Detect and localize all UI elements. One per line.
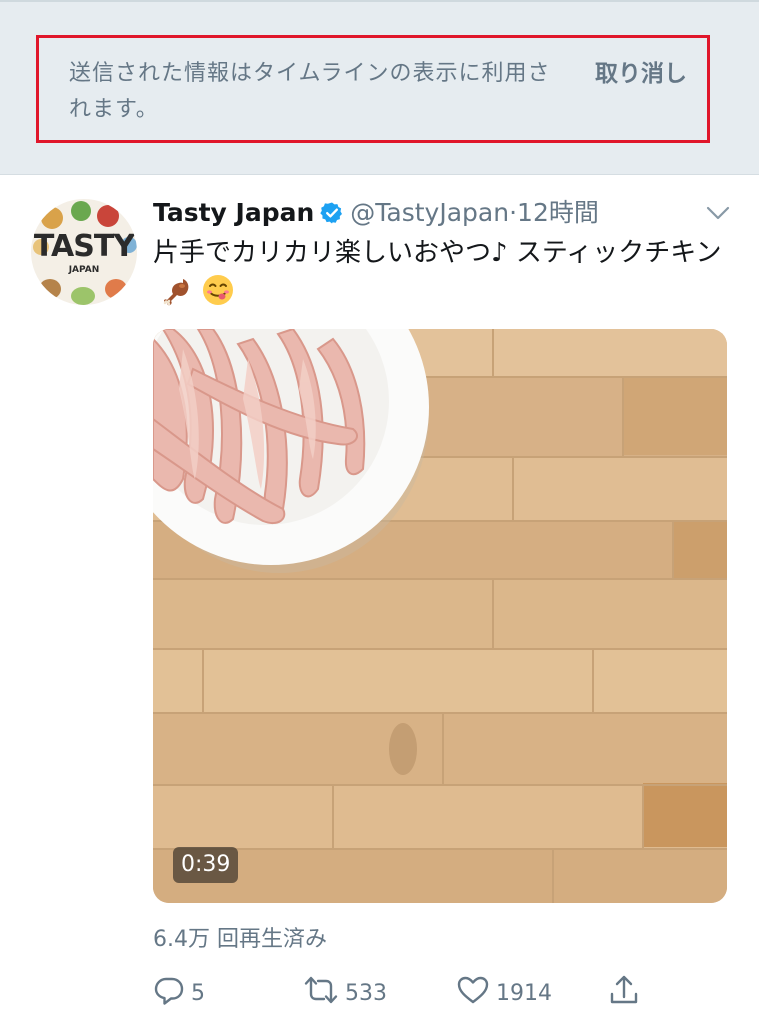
like-button[interactable]: 1914: [456, 975, 552, 1011]
video-thumbnail: [153, 329, 727, 903]
poultry-leg-icon: [161, 275, 193, 319]
display-name[interactable]: Tasty Japan: [153, 198, 314, 227]
feedback-notice-area: 送信された情報はタイムラインの表示に利用されます。 取り消し: [0, 0, 759, 175]
avatar-decoration: [97, 205, 119, 227]
avatar-decoration: [41, 207, 63, 229]
video-duration: 0:39: [173, 847, 239, 883]
verified-badge-icon: [320, 199, 344, 235]
retweet-icon: [303, 974, 339, 1012]
retweet-button[interactable]: 533: [303, 975, 387, 1011]
divider: [0, 0, 759, 2]
chevron-down-icon[interactable]: [704, 203, 732, 223]
avatar-decoration: [71, 201, 91, 221]
separator: ·: [509, 198, 518, 227]
tweet-timestamp[interactable]: 12時間: [517, 198, 599, 227]
tweet-body: 片手でカリカリ楽しいおやつ♪ スティックチキン: [153, 238, 722, 268]
reply-icon: [153, 974, 185, 1012]
retweet-count: 533: [345, 980, 387, 1006]
avatar-brand-subtext: JAPAN: [68, 265, 100, 275]
user-handle[interactable]: @TastyJapan: [350, 198, 509, 227]
avatar[interactable]: TASTY JAPAN: [31, 199, 137, 305]
tweet[interactable]: TASTY JAPAN Tasty Japan @TastyJapan·12時間 …: [0, 175, 759, 1024]
share-button[interactable]: [608, 975, 640, 1011]
avatar-decoration: [39, 279, 61, 299]
tweet-header: Tasty Japan @TastyJapan·12時間: [153, 195, 599, 231]
undo-button[interactable]: 取り消し: [595, 56, 687, 92]
page: 送信された情報はタイムラインの表示に利用されます。 取り消し TASTY JAP…: [0, 0, 759, 1024]
video-player[interactable]: 0:39: [153, 329, 727, 903]
tweet-text: 片手でカリカリ楽しいおやつ♪ スティックチキン: [153, 233, 723, 319]
share-icon: [608, 973, 640, 1013]
avatar-brand-text: TASTY: [33, 229, 135, 264]
view-count: 6.4万 回再生済み: [153, 927, 327, 952]
tweet-actions: 5 533 1914: [153, 975, 653, 1011]
reply-button[interactable]: 5: [153, 975, 205, 1011]
yum-face-icon: [201, 273, 235, 319]
feedback-notice-box: 送信された情報はタイムラインの表示に利用されます。 取り消し: [36, 35, 710, 143]
like-count: 1914: [496, 980, 552, 1006]
avatar-decoration: [71, 287, 95, 305]
avatar-decoration: [105, 279, 127, 299]
feedback-notice-message: 送信された情報はタイムラインの表示に利用されます。: [69, 61, 551, 122]
reply-count: 5: [191, 980, 205, 1006]
heart-icon: [456, 974, 490, 1012]
